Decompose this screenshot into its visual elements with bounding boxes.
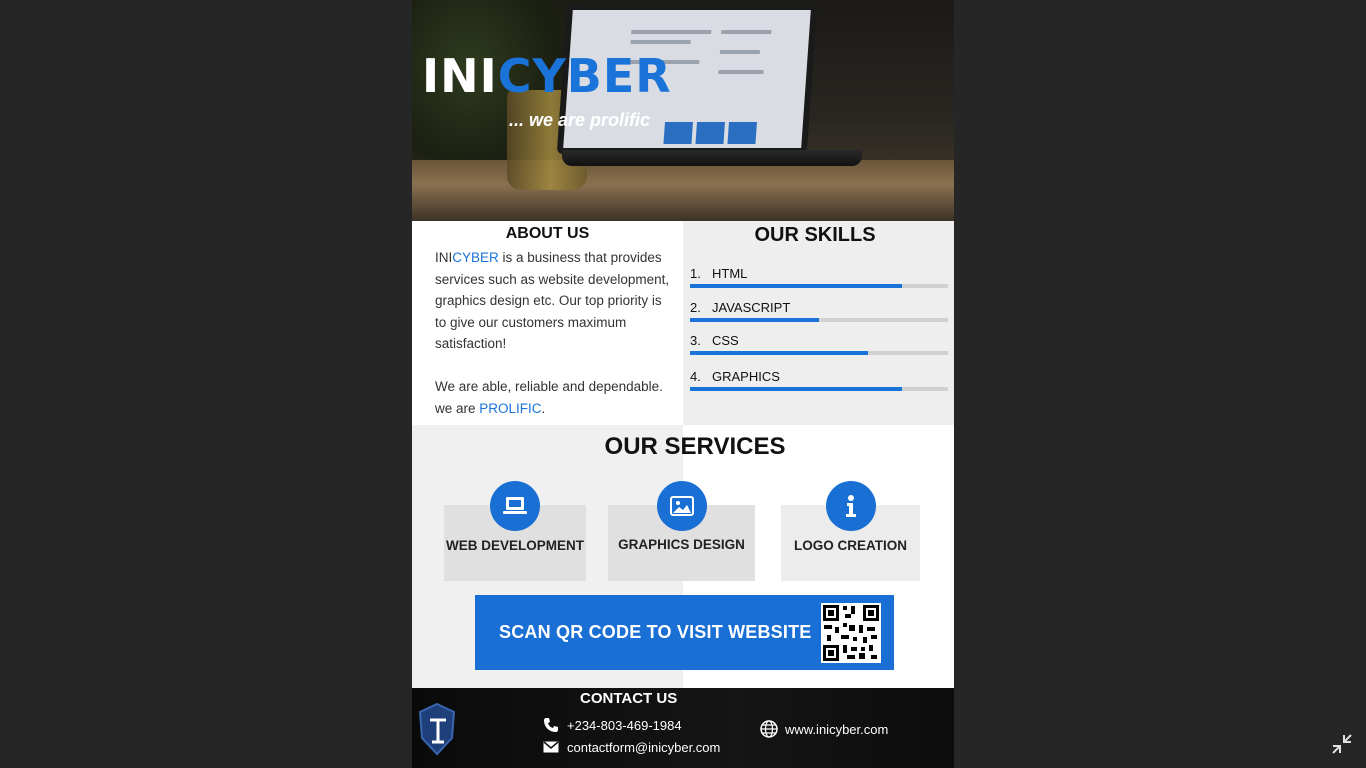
skill-item-javascript: 2. JAVASCRIPT bbox=[690, 299, 948, 322]
service-card-graphics-design: GRAPHICS DESIGN bbox=[608, 481, 755, 581]
contact-website: www.inicyber.com bbox=[760, 720, 888, 738]
skill-label: HTML bbox=[712, 266, 748, 281]
skill-level-bar bbox=[690, 351, 869, 355]
image-icon bbox=[656, 481, 707, 531]
about-paragraph-1: INICYBER is a business that provides ser… bbox=[435, 250, 670, 352]
phone-icon bbox=[542, 717, 560, 733]
skill-track bbox=[690, 318, 948, 322]
skill-label: CSS bbox=[712, 333, 739, 348]
skill-track bbox=[690, 387, 948, 391]
contact-heading: CONTACT US bbox=[580, 690, 678, 707]
mail-icon bbox=[542, 739, 560, 755]
skill-level-bar bbox=[690, 284, 902, 288]
about-section: ABOUT US INICYBER is a business that pro… bbox=[412, 221, 683, 425]
skill-item-html: 1. HTML bbox=[690, 265, 948, 288]
skill-number: 2. bbox=[690, 300, 701, 315]
service-label: GRAPHICS DESIGN bbox=[618, 537, 745, 552]
exit-fullscreen-button[interactable] bbox=[1330, 732, 1354, 756]
skill-label: GRAPHICS bbox=[712, 369, 780, 384]
skill-item-css: 3. CSS bbox=[690, 332, 948, 355]
service-card-logo-creation: LOGO CREATION bbox=[781, 481, 920, 581]
contact-section: CONTACT US +234-803-469-1984 contactform… bbox=[412, 688, 954, 768]
skills-section: OUR SKILLS 1. HTML 2. JAVASCRIPT 3. CSS 4. G… bbox=[683, 221, 954, 425]
services-section: OUR SERVICES WEB DEVELOPMENT GRAPHICS DE… bbox=[412, 425, 954, 688]
skill-label: JAVASCRIPT bbox=[712, 300, 791, 315]
globe-icon bbox=[760, 720, 778, 738]
collapse-icon bbox=[1332, 734, 1352, 754]
about-heading: ABOUT US bbox=[505, 225, 590, 242]
brand-logo: INICYBER bbox=[422, 49, 672, 103]
services-heading: OUR SERVICES bbox=[604, 433, 786, 460]
skill-level-bar bbox=[690, 387, 902, 391]
contact-email: contactform@inicyber.com bbox=[542, 739, 720, 755]
skill-number: 4. bbox=[690, 369, 701, 384]
skill-track bbox=[690, 351, 948, 355]
contact-phone: +234-803-469-1984 bbox=[542, 717, 682, 733]
about-paragraph-2: We are able, reliable and dependable. we… bbox=[435, 379, 663, 416]
skill-number: 3. bbox=[690, 333, 701, 348]
skill-number: 1. bbox=[690, 266, 701, 281]
desk-graphic bbox=[412, 160, 954, 221]
skill-track bbox=[690, 284, 948, 288]
qr-banner: SCAN QR CODE TO VISIT WEBSITE bbox=[475, 595, 894, 670]
laptop-icon bbox=[490, 481, 540, 531]
laptop-base-graphic bbox=[562, 150, 862, 166]
skills-heading: OUR SKILLS bbox=[754, 224, 876, 246]
skill-level-bar bbox=[690, 318, 819, 322]
hero-banner: INICYBER ... we are prolific bbox=[412, 0, 954, 221]
service-label: LOGO CREATION bbox=[794, 538, 907, 553]
company-badge-icon bbox=[418, 702, 456, 756]
qr-code bbox=[821, 603, 881, 663]
info-icon bbox=[825, 481, 876, 531]
qr-banner-text: SCAN QR CODE TO VISIT WEBSITE bbox=[499, 622, 812, 642]
tagline: ... we are prolific bbox=[509, 110, 651, 130]
flyer-image: INICYBER ... we are prolific ABOUT US IN… bbox=[412, 0, 954, 768]
service-card-web-development: WEB DEVELOPMENT bbox=[444, 481, 586, 581]
service-label: WEB DEVELOPMENT bbox=[445, 538, 584, 553]
skill-item-graphics: 4. GRAPHICS bbox=[690, 368, 948, 391]
